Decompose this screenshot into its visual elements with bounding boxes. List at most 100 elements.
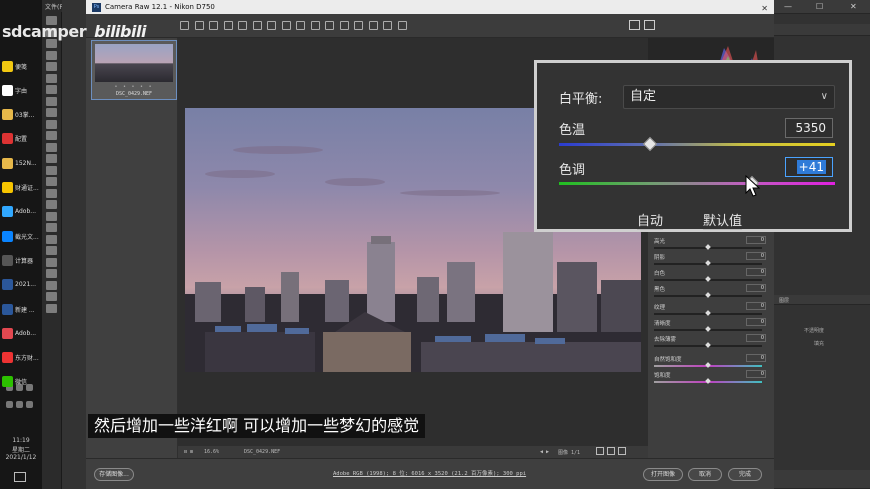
cancel-button[interactable]: 取消 xyxy=(688,468,722,481)
taskbar-app[interactable]: 便笺 xyxy=(2,56,40,76)
tool-icon[interactable] xyxy=(46,108,57,117)
tool-icon[interactable] xyxy=(46,303,57,313)
tool-icon[interactable] xyxy=(46,257,57,267)
taskbar-app[interactable]: 计算器 xyxy=(2,250,40,270)
taskbar-app[interactable]: 2021... xyxy=(2,275,40,295)
thumbnail[interactable]: • • • • • DSC_0429.NEF xyxy=(91,40,177,100)
tool-icon[interactable] xyxy=(46,280,57,290)
cr-tool-icon[interactable] xyxy=(252,21,262,30)
temperature-input[interactable]: 5350 xyxy=(785,118,833,138)
tool-icon[interactable] xyxy=(46,188,57,198)
white-balance-select[interactable]: 自定 ∨ xyxy=(623,85,835,109)
app-icon xyxy=(2,376,13,388)
taskbar-app[interactable]: 财通证... xyxy=(2,178,40,198)
adjust-slider-row: 去除薄雾 0 xyxy=(648,334,774,351)
minimize-icon[interactable]: — xyxy=(784,2,792,11)
tool-icon[interactable] xyxy=(46,142,57,152)
export-icon[interactable] xyxy=(629,20,640,30)
slider-value-input[interactable]: 0 xyxy=(746,318,766,326)
taskbar-app-label: Adob... xyxy=(15,208,37,216)
done-button[interactable]: 完成 xyxy=(728,468,762,481)
cr-tool-icon[interactable] xyxy=(383,21,392,30)
tool-icon[interactable] xyxy=(46,211,57,221)
default-link[interactable]: 默认值 xyxy=(703,210,743,230)
taskbar-app[interactable]: 03掌... xyxy=(2,105,40,125)
workflow-options-link[interactable]: Adobe RGB (1998); 8 位; 6016 x 3520 (21.2… xyxy=(333,469,526,477)
nav-arrows-icon[interactable]: ◀ ▶ xyxy=(540,449,549,455)
slider-value-input[interactable]: 0 xyxy=(746,284,766,292)
zoom-dropdown-icon[interactable]: ⊟ ⊞ xyxy=(184,449,193,455)
cr-tool-icon[interactable] xyxy=(397,21,407,30)
cr-tool-icon[interactable] xyxy=(180,21,189,30)
maximize-icon[interactable]: ☐ xyxy=(816,2,823,11)
taskbar-app[interactable]: 东方财... xyxy=(2,348,40,368)
cr-tool-icon[interactable] xyxy=(238,21,247,30)
tool-icon[interactable] xyxy=(46,269,57,278)
clock-weekday: 星期二 xyxy=(11,447,30,454)
window-close-icon[interactable]: ✕ xyxy=(850,2,857,11)
cr-tool-icon[interactable] xyxy=(194,21,204,30)
swap-icon[interactable] xyxy=(618,447,626,455)
slider-value-input[interactable]: 0 xyxy=(746,252,766,260)
taskbar-app[interactable]: Adob... xyxy=(2,202,40,222)
tool-icon[interactable] xyxy=(46,154,57,163)
open-image-button[interactable]: 打开图像 xyxy=(643,468,683,481)
tool-icon[interactable] xyxy=(46,200,57,209)
temperature-slider-handle[interactable] xyxy=(643,136,658,152)
tool-icon[interactable] xyxy=(46,119,57,129)
slider-value-input[interactable]: 0 xyxy=(746,370,766,378)
cloud xyxy=(205,170,275,178)
fullscreen-icon[interactable] xyxy=(644,20,655,30)
cr-tool-icon[interactable] xyxy=(368,21,378,30)
cr-tool-icon[interactable] xyxy=(281,21,291,30)
slider-value-input[interactable]: 0 xyxy=(746,302,766,310)
cr-tool-icon[interactable] xyxy=(354,21,363,30)
slider-value-input[interactable]: 0 xyxy=(746,236,766,244)
taskbar-app[interactable]: 字由 xyxy=(2,80,40,100)
tool-icon[interactable] xyxy=(46,223,57,232)
taskbar-app[interactable]: Adob... xyxy=(2,323,40,343)
white-balance-label: 白平衡: xyxy=(559,92,603,107)
cr-tool-icon[interactable] xyxy=(296,21,305,30)
cr-tool-icon[interactable] xyxy=(325,21,334,30)
slider-value-input[interactable]: 0 xyxy=(746,268,766,276)
tool-icon[interactable] xyxy=(46,96,57,106)
taskbar-app[interactable]: 新建 ... xyxy=(2,299,40,319)
tool-icon[interactable] xyxy=(46,292,57,301)
tool-icon[interactable] xyxy=(46,246,57,255)
dialog-footer: 存储图像... Adobe RGB (1998); 8 位; 6016 x 35… xyxy=(86,458,774,489)
tool-icon[interactable] xyxy=(46,62,57,71)
tool-icon[interactable] xyxy=(46,177,57,186)
tool-icon[interactable] xyxy=(46,234,57,244)
tint-input[interactable]: +41 xyxy=(785,157,833,177)
ps-toolbox xyxy=(42,12,62,489)
layers-tab[interactable]: 图层 xyxy=(779,297,789,304)
cr-tool-icon[interactable] xyxy=(339,21,349,30)
temperature-track[interactable] xyxy=(559,143,835,146)
cr-tool-icon[interactable] xyxy=(209,21,218,30)
taskbar-app[interactable]: 152N... xyxy=(2,153,40,173)
tool-icon[interactable] xyxy=(46,50,57,60)
rating-stars[interactable]: • • • • • xyxy=(92,84,176,90)
tint-track[interactable] xyxy=(559,182,835,185)
save-image-button[interactable]: 存储图像... xyxy=(94,468,134,481)
cr-tool-icon[interactable] xyxy=(267,21,276,30)
taskbar-app[interactable]: 截光文... xyxy=(2,226,40,246)
taskbar-app[interactable]: 配置 xyxy=(2,129,40,149)
compare-icon[interactable] xyxy=(607,447,615,455)
tool-icon[interactable] xyxy=(46,165,57,175)
cr-tool-icon[interactable] xyxy=(310,21,320,30)
auto-link[interactable]: 自动 xyxy=(637,210,664,230)
tool-icon[interactable] xyxy=(46,131,57,140)
zoom-level[interactable]: 16.6% xyxy=(204,449,219,455)
cr-tool-icon[interactable] xyxy=(223,21,233,30)
clock-time[interactable]: 11:19 xyxy=(0,437,42,444)
tool-icon[interactable] xyxy=(46,85,57,94)
tool-icon[interactable] xyxy=(46,73,57,83)
notification-icon[interactable] xyxy=(14,472,26,482)
view-mode-icon[interactable] xyxy=(596,447,604,455)
taskbar-app-label: 财通证... xyxy=(15,185,39,192)
taskbar-app[interactable]: 微信 xyxy=(2,372,40,392)
slider-value-input[interactable]: 0 xyxy=(746,334,766,342)
slider-value-input[interactable]: 0 xyxy=(746,354,766,362)
